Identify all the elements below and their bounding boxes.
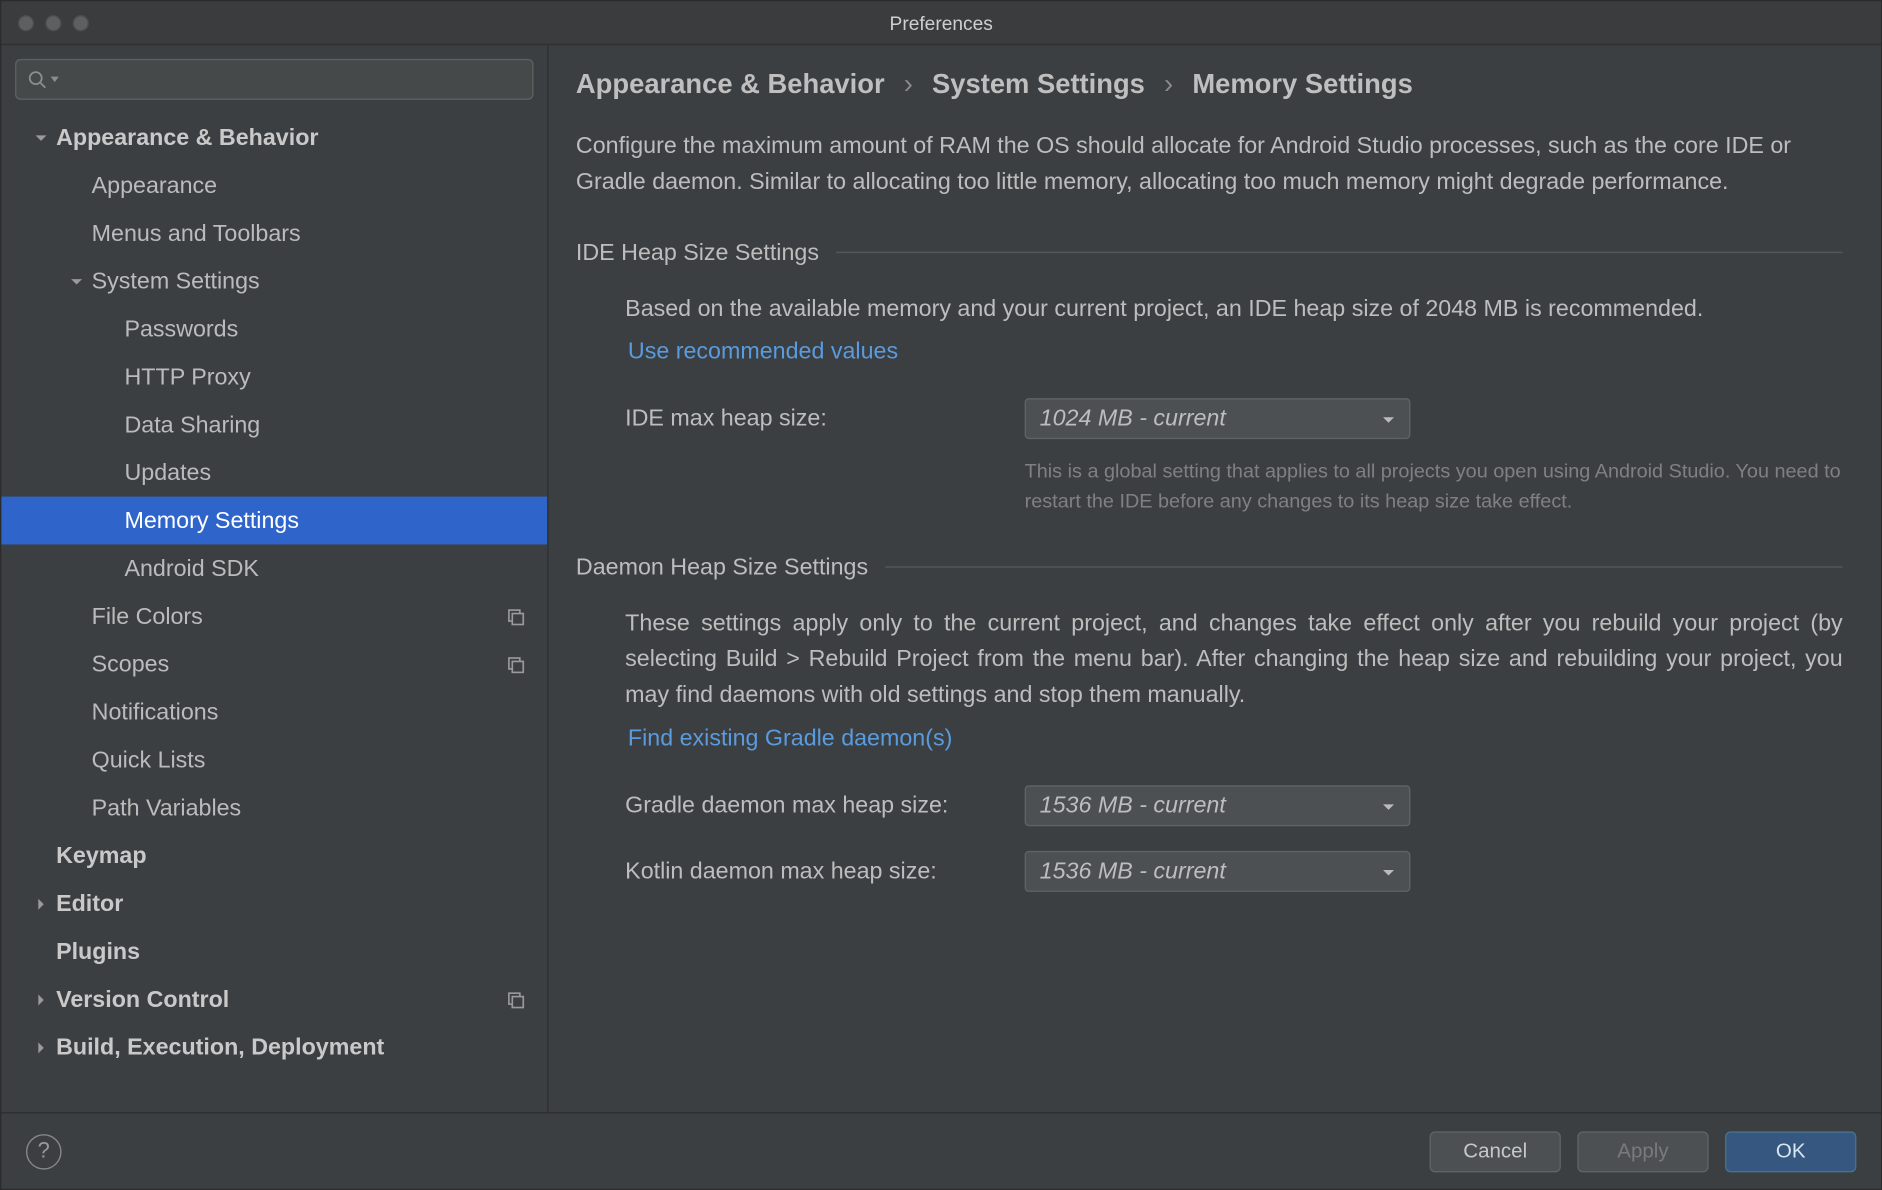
cancel-button[interactable]: Cancel — [1430, 1131, 1561, 1172]
chevron-down-icon — [49, 74, 60, 85]
chevron-down-icon[interactable] — [62, 274, 92, 288]
tree-item-label: Appearance & Behavior — [56, 124, 547, 151]
ide-heap-group: IDE Heap Size Settings Based on the avai… — [576, 239, 1843, 518]
tree-item-label: Menus and Toolbars — [92, 220, 548, 247]
page-description: Configure the maximum amount of RAM the … — [576, 129, 1843, 201]
kotlin-heap-label: Kotlin daemon max heap size: — [625, 857, 1024, 884]
ok-button[interactable]: OK — [1725, 1131, 1856, 1172]
tree-item-label: Updates — [124, 459, 547, 486]
separator — [835, 252, 1842, 253]
find-gradle-daemons-link[interactable]: Find existing Gradle daemon(s) — [628, 724, 952, 751]
tree-item[interactable]: Passwords — [1, 305, 547, 353]
ide-heap-label: IDE max heap size: — [625, 405, 1024, 432]
daemon-heap-group: Daemon Heap Size Settings These settings… — [576, 553, 1843, 891]
content-pane: Appearance & Behavior › System Settings … — [549, 45, 1881, 1112]
tree-item-label: Memory Settings — [124, 507, 547, 534]
tree-item[interactable]: Plugins — [1, 928, 547, 976]
tree-item[interactable]: Memory Settings — [1, 497, 547, 545]
chevron-right-icon[interactable] — [26, 897, 56, 911]
chevron-right-icon: › — [904, 70, 913, 101]
tree-item-label: HTTP Proxy — [124, 363, 547, 390]
chevron-down-icon — [1376, 860, 1401, 885]
group-title: Daemon Heap Size Settings — [576, 553, 868, 580]
preferences-window: Preferences Appearance & BehaviorAppeara… — [0, 0, 1882, 1190]
tree-item-label: Quick Lists — [92, 746, 548, 773]
breadcrumb-segment: System Settings — [932, 70, 1145, 101]
tree-item[interactable]: Data Sharing — [1, 401, 547, 449]
dialog-footer: ? Cancel Apply OK — [1, 1112, 1881, 1189]
tree-item[interactable]: System Settings — [1, 257, 547, 305]
tree-item-label: Android SDK — [124, 555, 547, 582]
tree-item[interactable]: Scopes — [1, 640, 547, 688]
tree-item-label: File Colors — [92, 603, 498, 630]
combobox-value: 1536 MB - current — [1040, 791, 1226, 818]
tree-item[interactable]: HTTP Proxy — [1, 353, 547, 401]
tree-item[interactable]: Version Control — [1, 975, 547, 1023]
project-scope-icon — [498, 607, 534, 626]
help-button[interactable]: ? — [26, 1133, 62, 1169]
tree-item[interactable]: Path Variables — [1, 784, 547, 832]
chevron-right-icon[interactable] — [26, 992, 56, 1006]
chevron-down-icon[interactable] — [26, 131, 56, 145]
tree-item[interactable]: Updates — [1, 449, 547, 497]
tree-item-label: Notifications — [92, 698, 548, 725]
combobox-value: 1024 MB - current — [1040, 405, 1226, 432]
apply-button[interactable]: Apply — [1577, 1131, 1708, 1172]
tree-item[interactable]: Keymap — [1, 832, 547, 880]
breadcrumb: Appearance & Behavior › System Settings … — [576, 70, 1843, 101]
ide-heap-hint: This is a global setting that applies to… — [1025, 458, 1843, 518]
sidebar: Appearance & Behavior Appearance Menus and… — [1, 45, 548, 1112]
tree-item-label: Keymap — [56, 842, 547, 869]
tree-item-label: Editor — [56, 890, 547, 917]
tree-item[interactable]: Appearance & Behavior — [1, 114, 547, 162]
daemon-text: These settings apply only to the current… — [625, 605, 1843, 713]
tree-item[interactable]: Menus and Toolbars — [1, 209, 547, 257]
ide-recommendation-text: Based on the available memory and your c… — [625, 291, 1843, 327]
settings-tree: Appearance & Behavior Appearance Menus and… — [1, 111, 547, 1112]
tree-item-label: Version Control — [56, 986, 498, 1013]
gradle-heap-label: Gradle daemon max heap size: — [625, 791, 1024, 818]
body: Appearance & Behavior Appearance Menus and… — [1, 45, 1881, 1112]
tree-item-label: Scopes — [92, 650, 498, 677]
tree-item[interactable]: File Colors — [1, 592, 547, 640]
tree-item[interactable]: Editor — [1, 880, 547, 928]
window-title: Preferences — [1, 12, 1881, 34]
tree-item-label: Build, Execution, Deployment — [56, 1034, 547, 1061]
search-input[interactable] — [15, 59, 533, 100]
tree-item-label: Data Sharing — [124, 411, 547, 438]
project-scope-icon — [498, 655, 534, 674]
tree-item[interactable]: Quick Lists — [1, 736, 547, 784]
tree-item-label: Path Variables — [92, 794, 548, 821]
separator — [884, 566, 1842, 567]
chevron-right-icon[interactable] — [26, 1040, 56, 1054]
tree-item-label: Passwords — [124, 315, 547, 342]
tree-item[interactable]: Appearance — [1, 161, 547, 209]
tree-item[interactable]: Notifications — [1, 688, 547, 736]
combobox-value: 1536 MB - current — [1040, 857, 1226, 884]
group-title: IDE Heap Size Settings — [576, 239, 819, 266]
tree-item[interactable]: Android SDK — [1, 544, 547, 592]
breadcrumb-segment: Memory Settings — [1192, 70, 1412, 101]
tree-item-label: System Settings — [92, 267, 548, 294]
ide-heap-combobox[interactable]: 1024 MB - current — [1025, 398, 1411, 439]
search-icon — [27, 70, 46, 89]
tree-item[interactable]: Build, Execution, Deployment — [1, 1023, 547, 1071]
project-scope-icon — [498, 990, 534, 1009]
breadcrumb-segment: Appearance & Behavior — [576, 70, 885, 101]
titlebar: Preferences — [1, 1, 1881, 45]
use-recommended-link[interactable]: Use recommended values — [628, 338, 898, 365]
chevron-down-icon — [1376, 408, 1401, 433]
chevron-down-icon — [1376, 794, 1401, 819]
kotlin-heap-combobox[interactable]: 1536 MB - current — [1025, 850, 1411, 891]
tree-item-label: Appearance — [92, 172, 548, 199]
tree-item-label: Plugins — [56, 938, 547, 965]
gradle-heap-combobox[interactable]: 1536 MB - current — [1025, 785, 1411, 826]
chevron-right-icon: › — [1164, 70, 1173, 101]
